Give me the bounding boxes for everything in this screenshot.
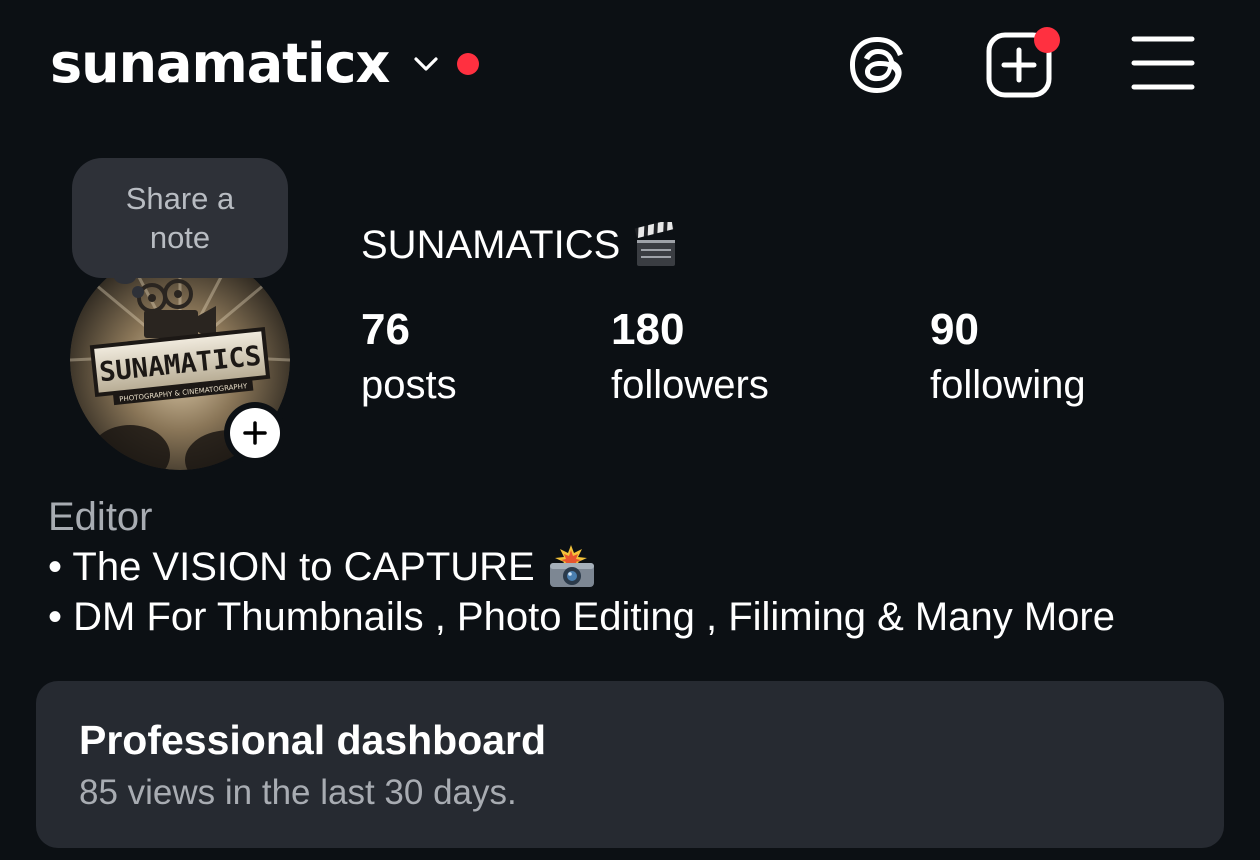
add-story-inner [230,408,280,458]
dashboard-subtitle: 85 views in the last 30 days. [79,773,517,812]
dashboard-title: Professional dashboard [79,717,547,763]
posts-count: 76 [361,305,410,354]
bio-line-1-text: • The VISION to CAPTURE [48,545,535,589]
note-bubble-tail [114,270,136,284]
following-label: following [930,363,1086,407]
bio-category: Editor [48,495,153,539]
camera-with-flash-icon [549,545,594,587]
bio: Editor • The VISION to CAPTURE • DM For … [48,492,1228,642]
note-placeholder: Share a note [125,181,235,255]
unread-dot [457,53,480,75]
stat-followers[interactable]: 180 followers [611,304,769,414]
share-note-bubble[interactable]: Share a note [72,158,288,278]
followers-count: 180 [611,305,685,354]
add-story-button[interactable] [224,402,286,464]
account-switcher[interactable]: sunamaticx [50,26,480,102]
followers-label: followers [611,363,769,407]
display-name-row: SUNAMATICS [361,222,678,268]
bio-line-2: • DM For Thumbnails , Photo Editing , Fi… [48,595,1115,639]
threads-icon[interactable] [842,30,912,100]
avatar-container: SUNAMATICS PHOTOGRAPHY & CINEMATOGRAPHY [70,250,290,470]
chevron-down-icon[interactable] [411,49,441,79]
stat-following[interactable]: 90 following [930,304,1086,414]
bio-line-1: • The VISION to CAPTURE [48,542,1228,592]
posts-label: posts [361,363,457,407]
following-count: 90 [930,305,979,354]
notification-badge [1034,27,1060,53]
plus-icon [243,421,267,445]
stat-posts[interactable]: 76 posts [361,304,457,414]
note-bubble-tail-small [132,286,144,298]
professional-dashboard-card[interactable]: Professional dashboard 85 views in the l… [36,681,1224,848]
clapper-board-icon [634,222,676,266]
menu-icon[interactable] [1128,30,1198,100]
profile-header: sunamaticx [0,0,1260,130]
display-name: SUNAMATICS [361,222,621,267]
username[interactable]: sunamaticx [50,26,390,102]
